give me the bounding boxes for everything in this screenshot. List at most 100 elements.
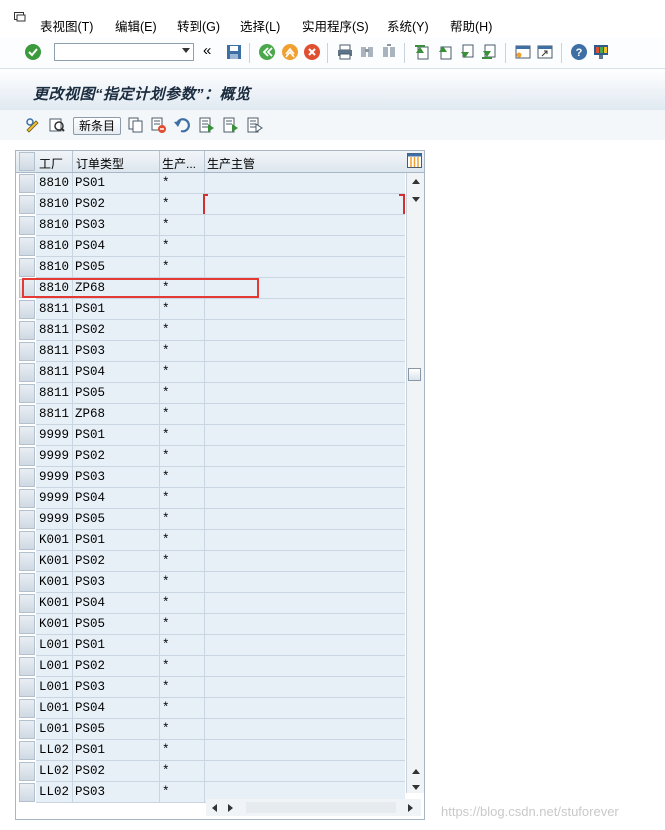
shortcut-icon[interactable] bbox=[536, 43, 554, 61]
create-session-icon[interactable] bbox=[514, 43, 532, 61]
scroll-up-icon[interactable] bbox=[412, 179, 420, 184]
table-row[interactable]: 8811 PS04 * bbox=[16, 362, 406, 383]
previous-page-icon[interactable] bbox=[436, 43, 454, 61]
table-row[interactable]: 8810 PS01 * bbox=[16, 173, 406, 194]
table-row[interactable]: K001 PS04 * bbox=[16, 593, 406, 614]
column-header-production-supervisor[interactable]: 生产主管 bbox=[207, 155, 255, 172]
scroll-down-icon[interactable] bbox=[412, 197, 420, 202]
print-icon[interactable] bbox=[336, 43, 354, 61]
row-selector-button[interactable] bbox=[19, 573, 35, 592]
delete-icon[interactable] bbox=[150, 116, 168, 134]
row-selector-button[interactable] bbox=[19, 720, 35, 739]
row-selector-button[interactable] bbox=[19, 615, 35, 634]
cancel-icon[interactable] bbox=[303, 43, 321, 61]
menu-help[interactable]: 帮助(H) bbox=[450, 16, 492, 35]
menu-goto[interactable]: 转到(G) bbox=[177, 16, 220, 35]
table-row[interactable]: 9999 PS01 * bbox=[16, 425, 406, 446]
table-row[interactable]: K001 PS02 * bbox=[16, 551, 406, 572]
table-settings-icon[interactable] bbox=[407, 153, 422, 168]
table-row[interactable]: L001 PS02 * bbox=[16, 656, 406, 677]
row-selector-button[interactable] bbox=[19, 510, 35, 529]
row-selector-button[interactable] bbox=[19, 783, 35, 802]
save-icon[interactable] bbox=[225, 43, 243, 61]
row-selector-button[interactable] bbox=[19, 657, 35, 676]
row-selector-button[interactable] bbox=[19, 216, 35, 235]
row-selector-button[interactable] bbox=[19, 237, 35, 256]
horizontal-scrollbar[interactable] bbox=[206, 799, 421, 816]
row-selector-button[interactable] bbox=[19, 636, 35, 655]
scroll-up-icon[interactable] bbox=[412, 769, 420, 774]
table-row[interactable]: LL02 PS02 * bbox=[16, 761, 406, 782]
row-selector-button[interactable] bbox=[19, 342, 35, 361]
command-input[interactable] bbox=[57, 45, 179, 61]
table-row[interactable]: L001 PS01 * bbox=[16, 635, 406, 656]
vertical-scrollbar[interactable] bbox=[406, 173, 424, 793]
row-selector-button[interactable] bbox=[19, 468, 35, 487]
row-selector-button[interactable] bbox=[19, 594, 35, 613]
scroll-thumb[interactable] bbox=[408, 368, 421, 381]
select-all-icon[interactable] bbox=[198, 116, 216, 134]
table-row[interactable]: 8810 PS03 * bbox=[16, 215, 406, 236]
row-selector-button[interactable] bbox=[19, 741, 35, 760]
table-row[interactable]: L001 PS03 * bbox=[16, 677, 406, 698]
table-row[interactable]: 8811 ZP68 * bbox=[16, 404, 406, 425]
table-row[interactable]: 8811 PS01 * bbox=[16, 299, 406, 320]
table-row[interactable]: 8810 PS02 * bbox=[16, 194, 406, 215]
scroll-left-icon[interactable] bbox=[212, 804, 217, 812]
table-row[interactable]: 8811 PS05 * bbox=[16, 383, 406, 404]
row-selector-button[interactable] bbox=[19, 447, 35, 466]
next-page-icon[interactable] bbox=[458, 43, 476, 61]
chevron-down-icon[interactable] bbox=[182, 48, 190, 53]
row-selector-button[interactable] bbox=[19, 195, 35, 214]
table-row[interactable]: K001 PS05 * bbox=[16, 614, 406, 635]
table-row[interactable]: L001 PS05 * bbox=[16, 719, 406, 740]
menu-system[interactable]: 系统(Y) bbox=[387, 16, 429, 35]
display-icon[interactable] bbox=[48, 116, 66, 134]
find-next-icon[interactable] bbox=[380, 43, 398, 61]
table-row[interactable]: 8811 PS02 * bbox=[16, 320, 406, 341]
menu-table-view[interactable]: 表视图(T) bbox=[40, 16, 93, 35]
table-row[interactable]: LL02 PS01 * bbox=[16, 740, 406, 761]
row-selector-button[interactable] bbox=[19, 762, 35, 781]
display-change-icon[interactable] bbox=[24, 116, 42, 134]
table-row[interactable]: 8810 PS04 * bbox=[16, 236, 406, 257]
scroll-right-icon[interactable] bbox=[228, 804, 233, 812]
menu-edit[interactable]: 编辑(E) bbox=[115, 16, 157, 35]
select-block-icon[interactable] bbox=[222, 116, 240, 134]
row-selector-button[interactable] bbox=[19, 678, 35, 697]
deselect-all-icon[interactable] bbox=[246, 116, 264, 134]
enter-icon[interactable] bbox=[24, 43, 42, 61]
table-row[interactable]: K001 PS01 * bbox=[16, 530, 406, 551]
row-selector-button[interactable] bbox=[19, 552, 35, 571]
row-selector-button[interactable] bbox=[19, 384, 35, 403]
select-all-rows-button[interactable] bbox=[19, 152, 35, 171]
row-selector-button[interactable] bbox=[19, 258, 35, 277]
row-selector-button[interactable] bbox=[19, 363, 35, 382]
exit-icon[interactable] bbox=[281, 43, 299, 61]
table-row[interactable]: 8810 PS05 * bbox=[16, 257, 406, 278]
find-icon[interactable] bbox=[358, 43, 376, 61]
undo-change-icon[interactable] bbox=[173, 116, 191, 134]
row-selector-button[interactable] bbox=[19, 426, 35, 445]
new-entries-button[interactable]: 新条目 bbox=[73, 117, 121, 135]
scroll-down-icon[interactable] bbox=[412, 785, 420, 790]
table-row[interactable]: L001 PS04 * bbox=[16, 698, 406, 719]
table-row[interactable]: 8811 PS03 * bbox=[16, 341, 406, 362]
chevron-left-double-icon[interactable]: « bbox=[203, 42, 215, 60]
first-page-icon[interactable] bbox=[413, 43, 431, 61]
table-row[interactable]: 9999 PS03 * bbox=[16, 467, 406, 488]
column-header-order-type[interactable]: 订单类型 bbox=[76, 155, 124, 172]
help-icon[interactable]: ? bbox=[570, 43, 588, 61]
table-row[interactable]: 9999 PS02 * bbox=[16, 446, 406, 467]
row-selector-button[interactable] bbox=[19, 405, 35, 424]
row-selector-button[interactable] bbox=[19, 531, 35, 550]
table-row[interactable]: 9999 PS04 * bbox=[16, 488, 406, 509]
system-menu-icon[interactable] bbox=[14, 12, 26, 22]
row-selector-button[interactable] bbox=[19, 174, 35, 193]
row-selector-button[interactable] bbox=[19, 321, 35, 340]
copy-as-icon[interactable] bbox=[127, 116, 145, 134]
table-row[interactable]: 9999 PS05 * bbox=[16, 509, 406, 530]
row-selector-button[interactable] bbox=[19, 489, 35, 508]
last-page-icon[interactable] bbox=[480, 43, 498, 61]
command-field[interactable] bbox=[54, 43, 194, 61]
